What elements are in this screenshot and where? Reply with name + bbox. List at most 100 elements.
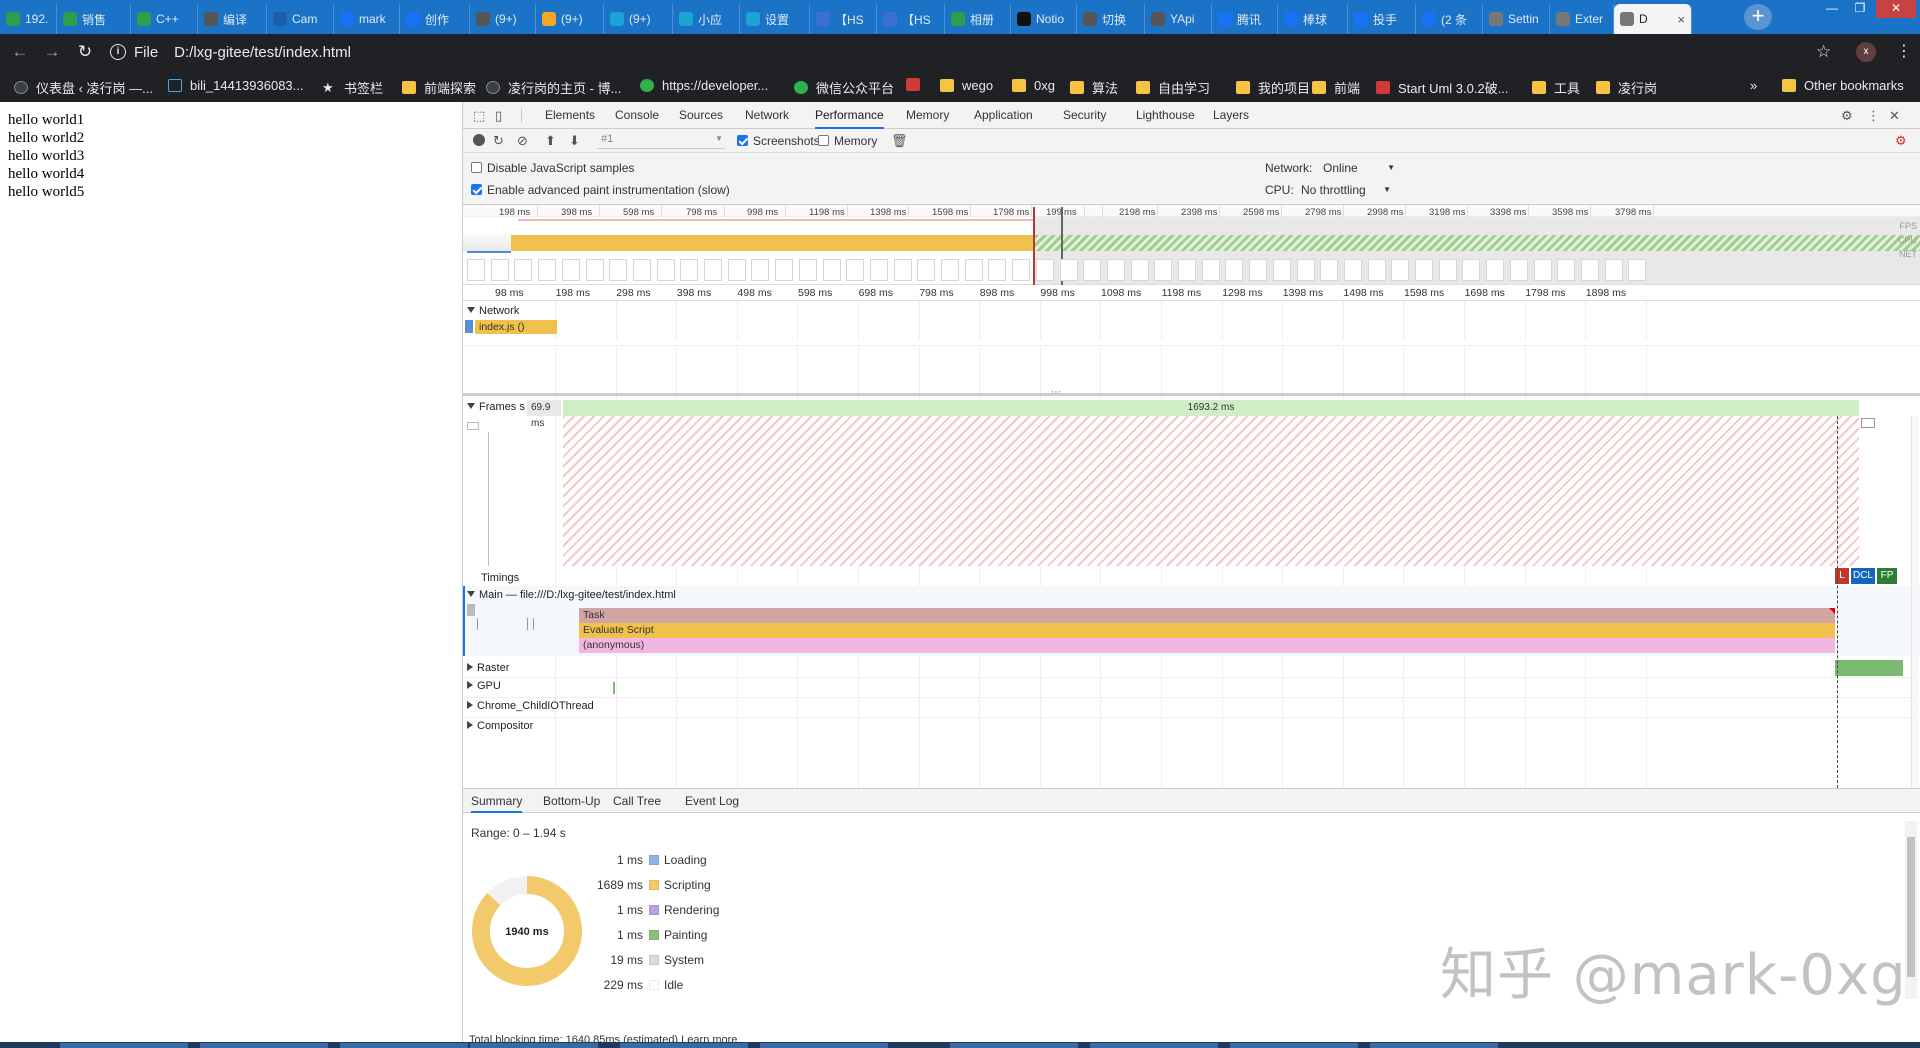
- browser-tab[interactable]: C++: [131, 4, 198, 34]
- screenshot-thumbnail[interactable]: [1533, 259, 1552, 281]
- screenshot-thumbnail[interactable]: [538, 259, 557, 281]
- timing-marker-dcl[interactable]: DCL: [1851, 568, 1875, 584]
- flame-scrollbar[interactable]: [1911, 416, 1919, 788]
- screenshot-thumbnail[interactable]: [585, 259, 604, 281]
- timeline-overview[interactable]: 198 ms 398 ms 598 ms 798 ms 998 ms 1198 ms 139…: [463, 205, 1920, 285]
- screenshot-thumbnail[interactable]: [514, 259, 533, 281]
- bookmark-item[interactable]: [906, 78, 928, 91]
- devtools-close-icon[interactable]: ✕: [1889, 108, 1900, 124]
- taskbar-item[interactable]: [620, 1043, 748, 1048]
- bookmark-item[interactable]: wego: [940, 78, 993, 93]
- screenshot-thumbnail[interactable]: [1130, 259, 1149, 281]
- devtools-tab-performance[interactable]: Performance: [815, 102, 884, 129]
- recording-select[interactable]: #1 ▼: [597, 133, 725, 149]
- compositor-track-header[interactable]: Compositor: [467, 720, 533, 732]
- browser-tab[interactable]: 设置: [740, 4, 810, 34]
- timing-marker-fp[interactable]: FP: [1877, 568, 1897, 584]
- screenshot-thumbnail[interactable]: [467, 259, 485, 281]
- details-tab-event-log[interactable]: Event Log: [685, 789, 739, 813]
- flame-task[interactable]: Task: [579, 608, 1835, 623]
- browser-tab[interactable]: (2 条: [1416, 4, 1483, 34]
- screenshot-thumbnail[interactable]: [917, 259, 936, 281]
- bookmark-item[interactable]: 凌行岗的主页 - 博...: [486, 78, 621, 97]
- collapse-arrow-icon[interactable]: [467, 721, 473, 729]
- devtools-menu-icon[interactable]: ⋮: [1867, 108, 1880, 124]
- bookmark-item[interactable]: 算法: [1070, 78, 1118, 97]
- expand-arrow-icon[interactable]: [467, 403, 475, 409]
- network-track-header[interactable]: Network: [467, 305, 519, 317]
- screenshot-thumbnail[interactable]: [1557, 259, 1576, 281]
- new-tab-button[interactable]: +: [1744, 4, 1772, 30]
- screenshot-thumbnail[interactable]: [1106, 259, 1125, 281]
- bookmark-item[interactable]: 自由学习: [1136, 78, 1210, 97]
- device-toolbar-icon[interactable]: ▯: [495, 108, 502, 124]
- collapse-arrow-icon[interactable]: [467, 663, 473, 671]
- details-tab-call-tree[interactable]: Call Tree: [613, 789, 661, 813]
- network-throttle-select[interactable]: Online ▼: [1323, 161, 1395, 175]
- screenshot-thumbnail[interactable]: [964, 259, 983, 281]
- devtools-tab-security[interactable]: Security: [1063, 102, 1106, 129]
- bookmark-item[interactable]: ★ 书签栏: [322, 78, 383, 97]
- screenshot-thumbnail[interactable]: [1249, 259, 1268, 281]
- screenshot-thumbnail[interactable]: [1178, 259, 1196, 281]
- screenshot-thumbnail[interactable]: [1296, 259, 1315, 281]
- other-bookmarks[interactable]: Other bookmarks: [1782, 78, 1904, 93]
- flame-anonymous[interactable]: (anonymous): [579, 638, 1835, 653]
- back-icon[interactable]: ←: [8, 40, 32, 64]
- reload-profile-icon[interactable]: ↻: [493, 133, 504, 149]
- bookmark-item[interactable]: 仪表盘 ‹ 凌行岗 —...: [14, 78, 153, 97]
- screenshot-thumbnail[interactable]: [1391, 259, 1410, 281]
- screenshot-thumbnail[interactable]: [656, 259, 675, 281]
- screenshot-thumbnail[interactable]: [680, 259, 699, 281]
- memory-checkbox[interactable]: Memory: [818, 134, 877, 148]
- bookmark-item[interactable]: 0xg: [1012, 78, 1055, 93]
- browser-tab[interactable]: 相册: [945, 4, 1011, 34]
- devtools-tab-application[interactable]: Application: [974, 102, 1033, 129]
- browser-tab[interactable]: 【HS: [877, 4, 945, 34]
- screenshot-thumbnail[interactable]: [1509, 259, 1528, 281]
- frame-short[interactable]: 69.9 ms: [527, 400, 561, 429]
- browser-tab[interactable]: 192.: [0, 4, 57, 34]
- bookmark-item[interactable]: 前端探索: [402, 78, 476, 97]
- browser-tab[interactable]: 棒球: [1278, 4, 1348, 34]
- screenshot-thumbnail[interactable]: [1462, 259, 1481, 281]
- browser-tab[interactable]: (9+): [536, 4, 604, 34]
- gpu-track-header[interactable]: GPU: [467, 680, 501, 692]
- screenshot-thumbnail[interactable]: [775, 259, 794, 281]
- inspect-element-icon[interactable]: ⬚: [473, 108, 485, 124]
- screenshot-thumbnail[interactable]: [1438, 259, 1457, 281]
- screenshot-thumbnail[interactable]: [1083, 259, 1102, 281]
- splitter-grip-icon[interactable]: ⋯: [1051, 387, 1061, 398]
- screenshot-thumbnail[interactable]: [1272, 259, 1291, 281]
- browser-tab[interactable]: 【HS: [810, 4, 877, 34]
- gpu-activity[interactable]: [613, 682, 615, 694]
- screenshot-thumbnail[interactable]: [1343, 259, 1362, 281]
- browser-tab[interactable]: 切换: [1077, 4, 1145, 34]
- upload-icon[interactable]: ⬆: [545, 133, 556, 149]
- frames-track-header[interactable]: Frames s: [467, 401, 525, 413]
- screenshot-thumbnail[interactable]: [1035, 259, 1054, 281]
- checkbox-checked-icon[interactable]: [471, 184, 482, 195]
- devtools-tab-sources[interactable]: Sources: [679, 102, 723, 129]
- screenshot-thumbnail[interactable]: [1320, 259, 1339, 281]
- site-info-icon[interactable]: i: [110, 44, 126, 60]
- bookmark-item[interactable]: 前端: [1312, 78, 1360, 97]
- record-icon[interactable]: [473, 134, 485, 146]
- bookmark-item[interactable]: 我的项目: [1236, 78, 1310, 97]
- taskbar-item[interactable]: [60, 1043, 188, 1048]
- summary-scrollbar[interactable]: [1905, 821, 1917, 999]
- frame-thumbnail[interactable]: [467, 422, 479, 430]
- browser-tab[interactable]: YApi: [1145, 4, 1212, 34]
- screenshot-thumbnail[interactable]: [798, 259, 817, 281]
- screenshot-thumbnail[interactable]: [1059, 259, 1078, 281]
- window-close-icon[interactable]: ✕: [1876, 0, 1916, 18]
- devtools-tab-elements[interactable]: Elements: [545, 102, 595, 129]
- browser-menu-icon[interactable]: ⋮: [1896, 41, 1912, 61]
- screenshot-thumbnail[interactable]: [1154, 259, 1173, 281]
- active-tab[interactable]: D ×: [1614, 4, 1692, 34]
- devtools-tab-console[interactable]: Console: [615, 102, 659, 129]
- devtools-tab-network[interactable]: Network: [745, 102, 789, 129]
- network-request-bar[interactable]: index.js (): [475, 320, 557, 334]
- frame-thumbnail-end[interactable]: [1861, 418, 1875, 428]
- scrollbar-thumb[interactable]: [1907, 837, 1915, 977]
